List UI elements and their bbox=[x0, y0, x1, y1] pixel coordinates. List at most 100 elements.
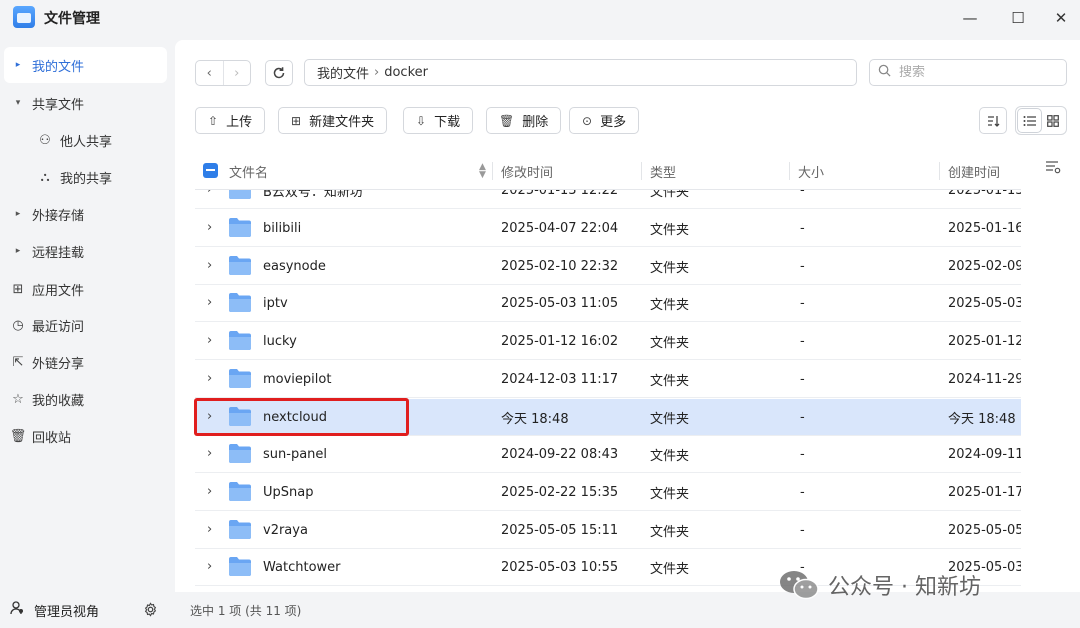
sort-icon[interactable] bbox=[979, 107, 1007, 134]
cell-size: - bbox=[800, 484, 805, 500]
caret-down-icon[interactable]: ▾ bbox=[4, 98, 32, 108]
breadcrumb-segment[interactable]: 我的文件 bbox=[317, 63, 369, 82]
expand-chevron-icon[interactable]: › bbox=[207, 295, 212, 310]
column-created[interactable]: 创建时间 bbox=[948, 152, 1000, 190]
expand-chevron-icon[interactable]: › bbox=[207, 258, 212, 273]
cell-name: sun-panel bbox=[263, 447, 328, 463]
star-icon: ☆ bbox=[12, 391, 24, 407]
column-modified[interactable]: 修改时间 bbox=[501, 152, 553, 190]
cell-created: 2025-02-09 bbox=[948, 258, 1021, 274]
view-switcher bbox=[1015, 106, 1067, 135]
sidebar-item-label: 我的收藏 bbox=[32, 393, 85, 409]
caret-right-icon[interactable]: ▸ bbox=[4, 60, 32, 70]
share-icon: ⛬ bbox=[40, 169, 50, 185]
select-all-checkbox[interactable] bbox=[203, 163, 218, 178]
watermark: 公众号 · 知新坊 bbox=[778, 566, 981, 604]
delete-button[interactable]: 🗑 删除 bbox=[486, 107, 562, 134]
expand-chevron-icon[interactable]: › bbox=[207, 220, 212, 235]
table-row[interactable]: › B云双号：知新坊 2025-01-13 12:22 文件夹 - 2025-01-13 bbox=[195, 190, 1021, 209]
grid-view-icon[interactable] bbox=[1041, 109, 1064, 132]
sidebar-item-my-shares[interactable]: ⛬ 我的共享 bbox=[4, 159, 167, 195]
cell-type: 文件夹 bbox=[650, 562, 690, 578]
table-row[interactable]: › UpSnap 2025-02-22 15:35 文件夹 - 2025-01-17 bbox=[195, 474, 1021, 511]
column-settings-icon[interactable] bbox=[1045, 160, 1061, 178]
expand-chevron-icon[interactable]: › bbox=[207, 190, 212, 197]
breadcrumb[interactable]: 我的文件 › docker bbox=[304, 59, 857, 86]
sidebar-item-label: 最近访问 bbox=[32, 319, 85, 335]
apps-icon: ⊞ bbox=[12, 281, 24, 297]
caret-right-icon[interactable]: ▸ bbox=[4, 246, 32, 256]
cell-type: 文件夹 bbox=[650, 190, 690, 200]
table-row[interactable]: › sun-panel 2024-09-22 08:43 文件夹 - 2024-09-11 bbox=[195, 436, 1021, 474]
cell-modified: 2024-12-03 11:17 bbox=[501, 371, 619, 387]
sidebar-item-label: 我的文件 bbox=[32, 59, 85, 75]
sidebar-item-external-storage[interactable]: ▸ 外接存储 bbox=[4, 196, 167, 232]
cell-name: moviepilot bbox=[263, 371, 332, 387]
cell-type: 文件夹 bbox=[650, 298, 690, 314]
external-share-icon: ⇱ bbox=[12, 354, 24, 370]
admin-view-toggle[interactable]: 管理员视角 bbox=[0, 592, 175, 628]
download-button[interactable]: ⇩ 下载 bbox=[403, 107, 474, 134]
cell-created: 2025-05-05 bbox=[948, 522, 1021, 538]
sidebar-item-others-shared[interactable]: ⚇ 他人共享 bbox=[4, 122, 167, 158]
close-button[interactable]: ✕ bbox=[1046, 6, 1076, 30]
table-row[interactable]: › iptv 2025-05-03 11:05 文件夹 - 2025-05-03 bbox=[195, 285, 1021, 323]
more-button[interactable]: ⊙ 更多 bbox=[569, 107, 640, 134]
gear-icon[interactable] bbox=[143, 602, 158, 621]
caret-right-icon[interactable]: ▸ bbox=[4, 209, 32, 219]
table-row[interactable]: › easynode 2025-02-10 22:32 文件夹 - 2025-02-09 bbox=[195, 248, 1021, 285]
expand-chevron-icon[interactable]: › bbox=[207, 484, 212, 499]
new-folder-button[interactable]: ⊞ 新建文件夹 bbox=[278, 107, 388, 134]
sidebar-item-shared-files[interactable]: ▾ 共享文件 bbox=[4, 85, 167, 121]
cell-type: 文件夹 bbox=[650, 524, 690, 540]
sidebar-item-remote-mount[interactable]: ▸ 远程挂载 bbox=[4, 233, 167, 269]
table-row[interactable]: › lucky 2025-01-12 16:02 文件夹 - 2025-01-12 bbox=[195, 323, 1021, 361]
expand-chevron-icon[interactable]: › bbox=[207, 559, 212, 574]
expand-chevron-icon[interactable]: › bbox=[207, 333, 212, 348]
table-row[interactable]: › moviepilot 2024-12-03 11:17 文件夹 - 2024-11-2… bbox=[195, 361, 1021, 398]
maximize-button[interactable]: ☐ bbox=[1003, 6, 1033, 30]
cell-modified: 2025-05-05 15:11 bbox=[501, 522, 619, 538]
delete-label: 删除 bbox=[522, 115, 549, 130]
folder-icon bbox=[228, 190, 252, 200]
search-input[interactable] bbox=[899, 65, 1049, 80]
admin-view-label: 管理员视角 bbox=[34, 604, 100, 620]
main-panel: ‹ › 我的文件 › docker ⇧ 上传 ⊞ 新建文件夹 ⇩ 下载 🗑 删除… bbox=[175, 40, 1080, 592]
sidebar-item-favorites[interactable]: ☆ 我的收藏 bbox=[4, 381, 167, 417]
table-row[interactable]: › bilibili 2025-04-07 22:04 文件夹 - 2025-01-16 bbox=[195, 210, 1021, 247]
table-row[interactable]: › v2raya 2025-05-05 15:11 文件夹 - 2025-05-05 bbox=[195, 512, 1021, 549]
sort-toggle-icon[interactable]: ▲ ▼ bbox=[479, 163, 486, 180]
more-label: 更多 bbox=[600, 115, 627, 130]
search-box[interactable] bbox=[869, 59, 1067, 86]
cell-type: 文件夹 bbox=[650, 336, 690, 352]
cell-modified: 2025-05-03 10:55 bbox=[501, 560, 619, 576]
cell-created: 2025-01-13 bbox=[948, 190, 1021, 198]
expand-chevron-icon[interactable]: › bbox=[207, 371, 212, 386]
sidebar-item-external-share[interactable]: ⇱ 外链分享 bbox=[4, 344, 167, 380]
cell-name: easynode bbox=[263, 258, 326, 274]
refresh-icon[interactable] bbox=[265, 60, 293, 86]
folder-icon bbox=[228, 292, 252, 313]
back-button[interactable]: ‹ bbox=[196, 61, 223, 85]
column-type[interactable]: 类型 bbox=[650, 152, 676, 190]
breadcrumb-segment[interactable]: docker bbox=[384, 65, 428, 80]
cell-type: 文件夹 bbox=[650, 449, 690, 465]
download-icon: ⇩ bbox=[416, 113, 427, 128]
list-view-icon[interactable] bbox=[1018, 109, 1041, 132]
minimize-button[interactable]: — bbox=[955, 6, 985, 30]
cell-modified: 2025-04-07 22:04 bbox=[501, 221, 619, 236]
cell-size: - bbox=[800, 258, 805, 274]
sidebar-item-label: 他人共享 bbox=[60, 134, 113, 150]
column-size[interactable]: 大小 bbox=[798, 152, 824, 190]
expand-chevron-icon[interactable]: › bbox=[207, 446, 212, 461]
column-name[interactable]: 文件名 bbox=[229, 152, 268, 190]
sidebar-item-app-files[interactable]: ⊞ 应用文件 bbox=[4, 271, 167, 307]
sidebar-item-label: 共享文件 bbox=[32, 97, 85, 113]
sidebar-item-recent[interactable]: ◷ 最近访问 bbox=[4, 307, 167, 343]
sidebar-item-trash[interactable]: 🗑 回收站 bbox=[4, 418, 167, 454]
sidebar-item-my-files[interactable]: ▸ 我的文件 bbox=[4, 47, 167, 83]
expand-chevron-icon[interactable]: › bbox=[207, 522, 212, 537]
upload-button[interactable]: ⇧ 上传 bbox=[195, 107, 266, 134]
users-icon: ⚇ bbox=[39, 132, 51, 148]
forward-button[interactable]: › bbox=[222, 61, 251, 85]
